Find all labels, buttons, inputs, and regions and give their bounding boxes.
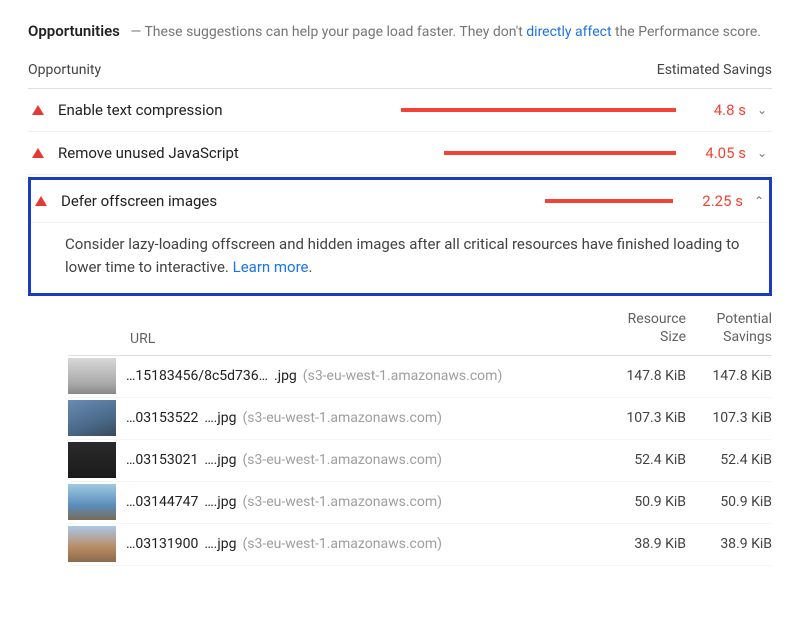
highlighted-opportunity: Defer offscreen images 2.25 s ⌃ Consider… — [28, 177, 772, 297]
table-row[interactable]: …03144747 ….jpg (s3-eu-west-1.amazonaws.… — [68, 482, 772, 524]
size-cell: 107.3 KiB — [600, 410, 686, 426]
th-url: URL — [120, 331, 600, 347]
chevron-up-icon: ⌃ — [753, 194, 765, 208]
thumbnail-icon — [68, 484, 116, 520]
savings-cell: 107.3 KiB — [686, 410, 772, 426]
url-cell: …03153021 ….jpg (s3-eu-west-1.amazonaws.… — [116, 452, 600, 468]
size-cell: 38.9 KiB — [600, 536, 686, 552]
directly-affect-link[interactable]: directly affect — [526, 24, 611, 40]
savings-bar — [444, 151, 676, 155]
table-row[interactable]: …03153021 ….jpg (s3-eu-west-1.amazonaws.… — [68, 440, 772, 482]
size-cell: 52.4 KiB — [600, 452, 686, 468]
thumbnail-icon — [68, 358, 116, 394]
thumbnail-icon — [68, 400, 116, 436]
savings-bar — [401, 108, 676, 112]
opportunity-row[interactable]: Enable text compression 4.8 s ⌄ — [28, 89, 772, 132]
section-desc-pre: These suggestions can help your page loa… — [144, 24, 522, 40]
savings-value: 4.05 s — [694, 144, 746, 162]
learn-more-link[interactable]: Learn more — [233, 258, 309, 276]
table-row[interactable]: …03153522 ….jpg (s3-eu-west-1.amazonaws.… — [68, 398, 772, 440]
savings-bar — [545, 199, 673, 203]
savings-value: 2.25 s — [691, 192, 743, 210]
thumbnail-icon — [68, 442, 116, 478]
resource-table: URL Resource Size Potential Savings …151… — [28, 310, 772, 565]
opportunity-label: Defer offscreen images — [61, 192, 217, 210]
savings-cell: 38.9 KiB — [686, 536, 772, 552]
opportunity-row[interactable]: Remove unused JavaScript 4.05 s ⌄ — [28, 132, 772, 175]
thumbnail-icon — [68, 526, 116, 562]
opportunity-label: Enable text compression — [58, 101, 223, 119]
table-header: URL Resource Size Potential Savings — [68, 310, 772, 355]
col-savings: Estimated Savings — [657, 62, 772, 78]
savings-value: 4.8 s — [694, 101, 746, 119]
warning-icon — [32, 148, 44, 158]
opportunity-row[interactable]: Defer offscreen images 2.25 s ⌃ — [31, 180, 769, 223]
table-row[interactable]: …15183456/8c5d736… .jpg (s3-eu-west-1.am… — [68, 356, 772, 398]
warning-icon — [32, 105, 44, 115]
table-row[interactable]: …03131900 ….jpg (s3-eu-west-1.amazonaws.… — [68, 524, 772, 566]
url-cell: …03153522 ….jpg (s3-eu-west-1.amazonaws.… — [116, 410, 600, 426]
column-headers: Opportunity Estimated Savings — [28, 62, 772, 89]
savings-cell: 50.9 KiB — [686, 494, 772, 510]
chevron-down-icon: ⌄ — [756, 103, 768, 117]
url-cell: …15183456/8c5d736… .jpg (s3-eu-west-1.am… — [116, 368, 600, 384]
th-savings: Potential Savings — [686, 310, 772, 346]
savings-cell: 52.4 KiB — [686, 452, 772, 468]
section-desc-post: the Performance score. — [615, 24, 761, 40]
chevron-down-icon: ⌄ — [756, 146, 768, 160]
savings-cell: 147.8 KiB — [686, 368, 772, 384]
size-cell: 50.9 KiB — [600, 494, 686, 510]
opportunities-header: Opportunities — These suggestions can he… — [28, 20, 772, 44]
url-cell: …03131900 ….jpg (s3-eu-west-1.amazonaws.… — [116, 536, 600, 552]
size-cell: 147.8 KiB — [600, 368, 686, 384]
warning-icon — [35, 196, 47, 206]
opportunity-label: Remove unused JavaScript — [58, 144, 239, 162]
section-title: Opportunities — [28, 22, 120, 40]
th-size: Resource Size — [600, 310, 686, 346]
col-opportunity: Opportunity — [28, 62, 101, 78]
opportunity-explanation: Consider lazy-loading offscreen and hidd… — [31, 223, 769, 294]
url-cell: …03144747 ….jpg (s3-eu-west-1.amazonaws.… — [116, 494, 600, 510]
